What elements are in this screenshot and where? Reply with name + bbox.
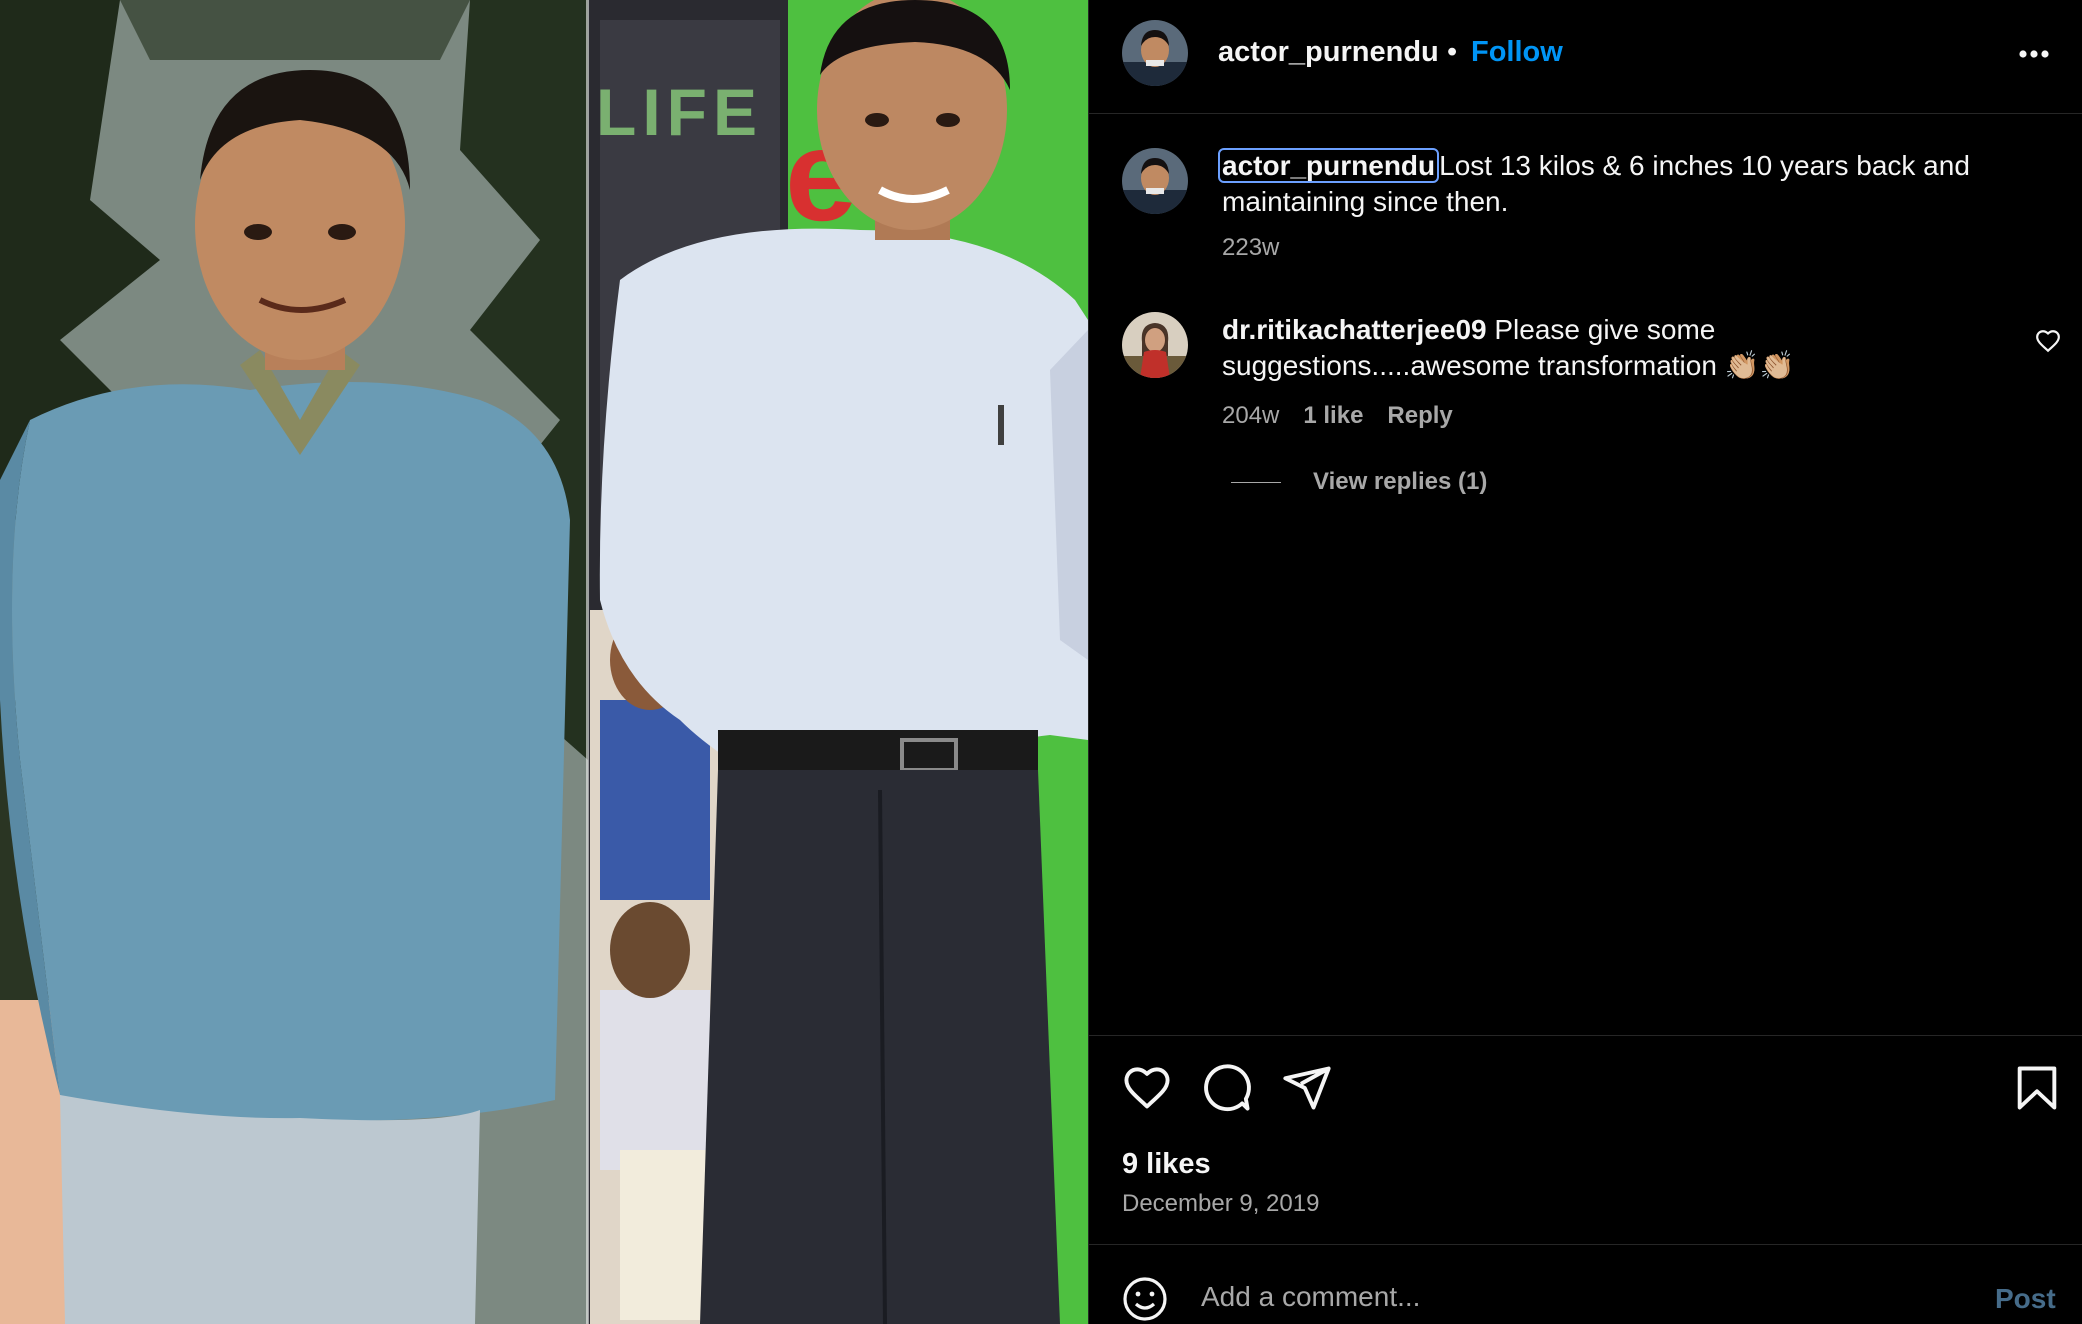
comment-like-count[interactable]: 1 like bbox=[1303, 402, 1363, 430]
save-bookmark-icon[interactable] bbox=[2011, 1062, 2063, 1114]
comments-panel: actor_purnendu • Follow actor_purnendu Lo… bbox=[1088, 0, 2082, 1324]
share-paper-plane-icon[interactable] bbox=[1281, 1062, 1333, 1114]
action-bar bbox=[1089, 1062, 2082, 1118]
caption-text: actor_purnendu Lost 13 kilos & 6 inches 1… bbox=[1218, 148, 2042, 220]
post-comment-button[interactable]: Post bbox=[1995, 1283, 2056, 1315]
commenter-username[interactable]: dr.ritikachatterjee09 bbox=[1222, 314, 1487, 345]
replies-divider-line bbox=[1231, 481, 1281, 483]
post-image: LIFE eu bbox=[0, 0, 1088, 1324]
reply-button[interactable]: Reply bbox=[1387, 402, 1452, 430]
banner-text: LIFE bbox=[596, 75, 763, 149]
post-header: actor_purnendu • Follow bbox=[1089, 0, 2082, 114]
comment-like-heart-icon[interactable] bbox=[2035, 328, 2061, 354]
divider bbox=[1089, 1035, 2082, 1036]
separator-dot: • bbox=[1447, 36, 1458, 68]
follow-button[interactable]: Follow bbox=[1471, 36, 1563, 69]
post-media[interactable]: LIFE eu bbox=[0, 0, 1088, 1324]
commenter-avatar[interactable] bbox=[1122, 312, 1188, 378]
like-count[interactable]: 9 likes bbox=[1122, 1148, 1211, 1181]
emoji-picker-icon[interactable] bbox=[1121, 1275, 1169, 1323]
view-replies-label: View replies (1) bbox=[1313, 468, 1488, 495]
more-options-icon[interactable] bbox=[2009, 34, 2059, 74]
comment-text: dr.ritikachatterjee09 Please give some s… bbox=[1222, 312, 2002, 384]
comment-timestamp[interactable]: 204w bbox=[1222, 402, 1279, 430]
comment-bubble-icon[interactable] bbox=[1201, 1062, 1253, 1114]
caption-username[interactable]: actor_purnendu bbox=[1218, 148, 1440, 183]
comment-input[interactable] bbox=[1201, 1275, 1901, 1319]
like-heart-icon[interactable] bbox=[1121, 1062, 1173, 1114]
post-date[interactable]: December 9, 2019 bbox=[1122, 1190, 1319, 1218]
caption-timestamp[interactable]: 223w bbox=[1222, 234, 1279, 262]
author-avatar[interactable] bbox=[1122, 20, 1188, 86]
add-comment-bar: Post bbox=[1089, 1245, 2082, 1324]
comment-meta: 204w 1 like Reply bbox=[1222, 402, 1453, 430]
view-replies-button[interactable]: View replies (1) bbox=[1231, 468, 1487, 496]
author-username[interactable]: actor_purnendu bbox=[1218, 36, 1439, 69]
caption-avatar[interactable] bbox=[1122, 148, 1188, 214]
